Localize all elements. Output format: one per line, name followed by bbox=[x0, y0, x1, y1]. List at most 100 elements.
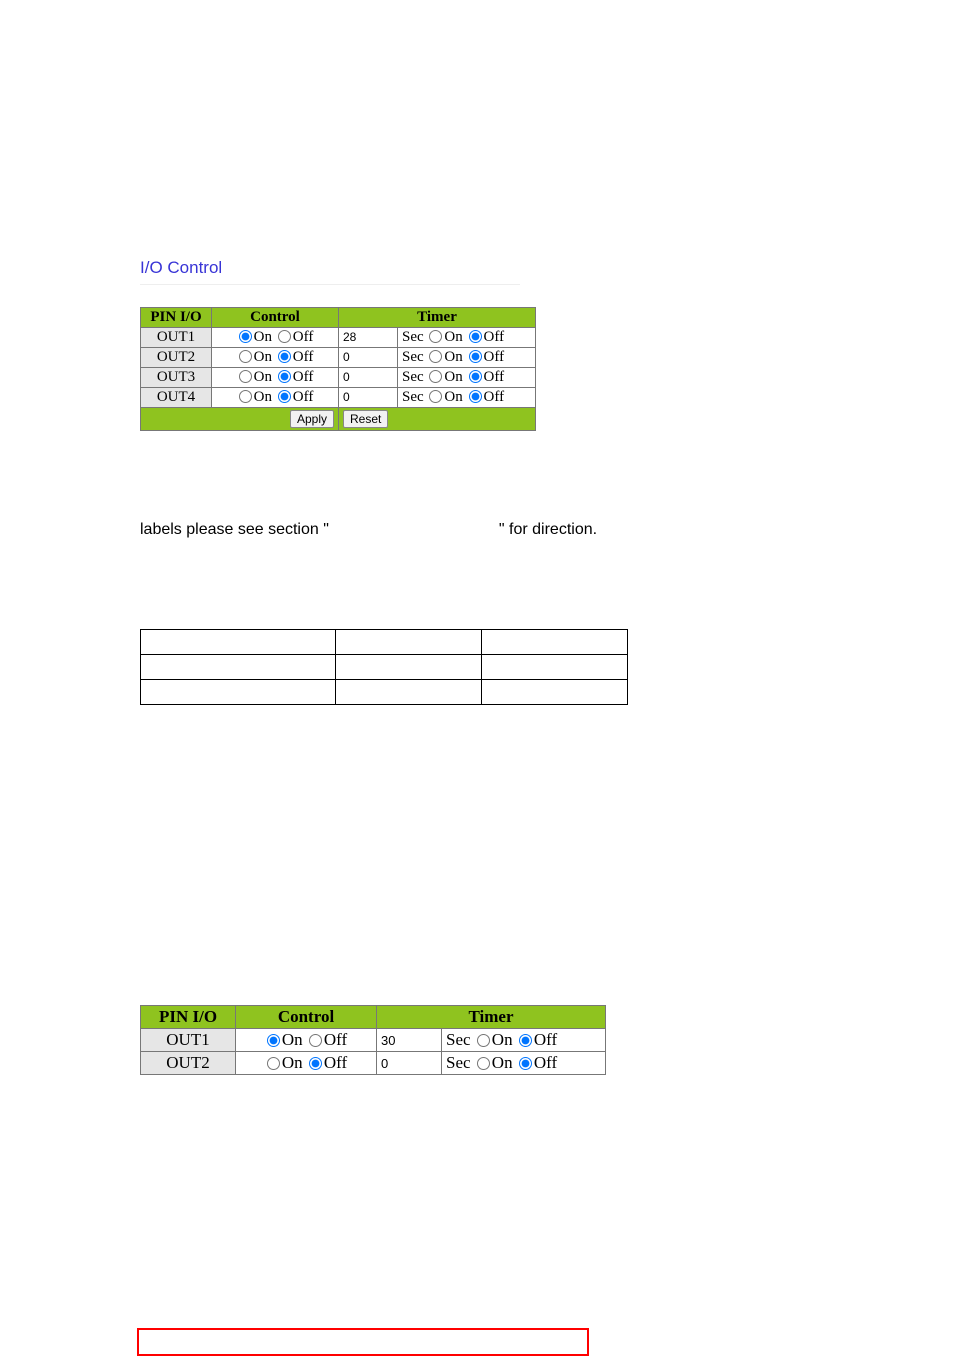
pin-label: OUT2 bbox=[141, 1052, 236, 1075]
timer-control-cell: Sec On Off bbox=[442, 1052, 606, 1075]
on-label: On bbox=[444, 369, 462, 385]
timer-value-cell bbox=[377, 1052, 442, 1075]
timer-value-cell bbox=[339, 348, 398, 368]
timer-input[interactable] bbox=[379, 1055, 433, 1072]
cell bbox=[335, 655, 481, 680]
timer-off-radio[interactable] bbox=[519, 1057, 532, 1070]
control-on-radio[interactable] bbox=[239, 350, 252, 363]
cell bbox=[141, 680, 336, 705]
timer-on-radio[interactable] bbox=[477, 1034, 490, 1047]
col-timer: Timer bbox=[339, 308, 536, 328]
control-on-radio[interactable] bbox=[239, 390, 252, 403]
button-row: Apply Reset bbox=[141, 408, 536, 431]
text-prefix: labels please see section " bbox=[140, 521, 329, 538]
table-row bbox=[141, 655, 628, 680]
off-label: Off bbox=[324, 1053, 347, 1072]
col-pin-io: PIN I/O bbox=[141, 1006, 236, 1029]
control-off-radio[interactable] bbox=[278, 350, 291, 363]
sec-label: Sec bbox=[402, 349, 424, 365]
table-row: OUT1 On Off Sec On Off bbox=[141, 1029, 606, 1052]
timer-off-radio[interactable] bbox=[469, 390, 482, 403]
timer-control-cell: Sec On Off bbox=[398, 348, 536, 368]
timer-off-radio[interactable] bbox=[469, 370, 482, 383]
sec-label: Sec bbox=[402, 329, 424, 345]
timer-control-cell: Sec On Off bbox=[398, 388, 536, 408]
cell bbox=[141, 655, 336, 680]
control-on-radio[interactable] bbox=[239, 370, 252, 383]
reset-cell: Reset bbox=[339, 408, 536, 431]
sec-label: Sec bbox=[402, 369, 424, 385]
timer-on-radio[interactable] bbox=[429, 370, 442, 383]
control-off-radio[interactable] bbox=[309, 1034, 322, 1047]
table-row: OUT1 On Off Sec On Off bbox=[141, 328, 536, 348]
table-header-row: PIN I/O Control Timer bbox=[141, 1006, 606, 1029]
on-label: On bbox=[492, 1053, 513, 1072]
control-cell: On Off bbox=[236, 1052, 377, 1075]
table-row bbox=[141, 630, 628, 655]
control-off-radio[interactable] bbox=[278, 390, 291, 403]
timer-value-cell bbox=[339, 328, 398, 348]
pin-label: OUT3 bbox=[141, 368, 212, 388]
off-label: Off bbox=[293, 329, 314, 345]
timer-on-radio[interactable] bbox=[429, 390, 442, 403]
cell bbox=[481, 655, 627, 680]
timer-input[interactable] bbox=[379, 1032, 433, 1049]
timer-on-radio[interactable] bbox=[477, 1057, 490, 1070]
io-control-table-2: PIN I/O Control Timer OUT1 On Off Sec On… bbox=[140, 1005, 606, 1075]
control-on-radio[interactable] bbox=[267, 1034, 280, 1047]
sec-label: Sec bbox=[446, 1030, 471, 1049]
timer-control-cell: Sec On Off bbox=[398, 328, 536, 348]
table-row bbox=[141, 680, 628, 705]
on-label: On bbox=[444, 349, 462, 365]
timer-input[interactable] bbox=[341, 389, 389, 405]
timer-off-radio[interactable] bbox=[469, 330, 482, 343]
off-label: Off bbox=[484, 329, 505, 345]
reset-button[interactable]: Reset bbox=[343, 410, 388, 428]
col-timer: Timer bbox=[377, 1006, 606, 1029]
page: I/O Control PIN I/O Control Timer OUT1 O… bbox=[0, 0, 954, 1235]
apply-cell: Apply bbox=[141, 408, 339, 431]
highlight-box bbox=[137, 1328, 589, 1356]
apply-button[interactable]: Apply bbox=[290, 410, 334, 428]
timer-on-radio[interactable] bbox=[429, 330, 442, 343]
timer-on-radio[interactable] bbox=[429, 350, 442, 363]
table-header-row: PIN I/O Control Timer bbox=[141, 308, 536, 328]
off-label: Off bbox=[484, 349, 505, 365]
on-label: On bbox=[444, 329, 462, 345]
timer-input[interactable] bbox=[341, 329, 389, 345]
on-label: On bbox=[492, 1030, 513, 1049]
off-label: Off bbox=[484, 389, 505, 405]
control-cell: On Off bbox=[212, 328, 339, 348]
table-row: OUT3 On Off Sec On Off bbox=[141, 368, 536, 388]
pin-label: OUT1 bbox=[141, 328, 212, 348]
timer-control-cell: Sec On Off bbox=[442, 1029, 606, 1052]
on-label: On bbox=[444, 389, 462, 405]
pin-label: OUT4 bbox=[141, 388, 212, 408]
cell bbox=[335, 680, 481, 705]
control-cell: On Off bbox=[212, 388, 339, 408]
off-label: Off bbox=[293, 369, 314, 385]
control-off-radio[interactable] bbox=[278, 370, 291, 383]
sec-label: Sec bbox=[446, 1053, 471, 1072]
timer-input[interactable] bbox=[341, 369, 389, 385]
control-cell: On Off bbox=[236, 1029, 377, 1052]
control-on-radio[interactable] bbox=[267, 1057, 280, 1070]
on-label: On bbox=[254, 389, 272, 405]
control-off-radio[interactable] bbox=[309, 1057, 322, 1070]
timer-off-radio[interactable] bbox=[519, 1034, 532, 1047]
table-row: OUT2 On Off Sec On Off bbox=[141, 348, 536, 368]
control-off-radio[interactable] bbox=[278, 330, 291, 343]
cell bbox=[481, 630, 627, 655]
text-suffix: " for direction. bbox=[499, 521, 597, 538]
timer-input[interactable] bbox=[341, 349, 389, 365]
pin-label: OUT1 bbox=[141, 1029, 236, 1052]
cell bbox=[481, 680, 627, 705]
io-control-table: PIN I/O Control Timer OUT1 On Off Sec On… bbox=[140, 307, 536, 431]
control-cell: On Off bbox=[212, 368, 339, 388]
timer-off-radio[interactable] bbox=[469, 350, 482, 363]
control-on-radio[interactable] bbox=[239, 330, 252, 343]
timer-value-cell bbox=[339, 388, 398, 408]
on-label: On bbox=[254, 369, 272, 385]
timer-control-cell: Sec On Off bbox=[398, 368, 536, 388]
off-label: Off bbox=[293, 349, 314, 365]
